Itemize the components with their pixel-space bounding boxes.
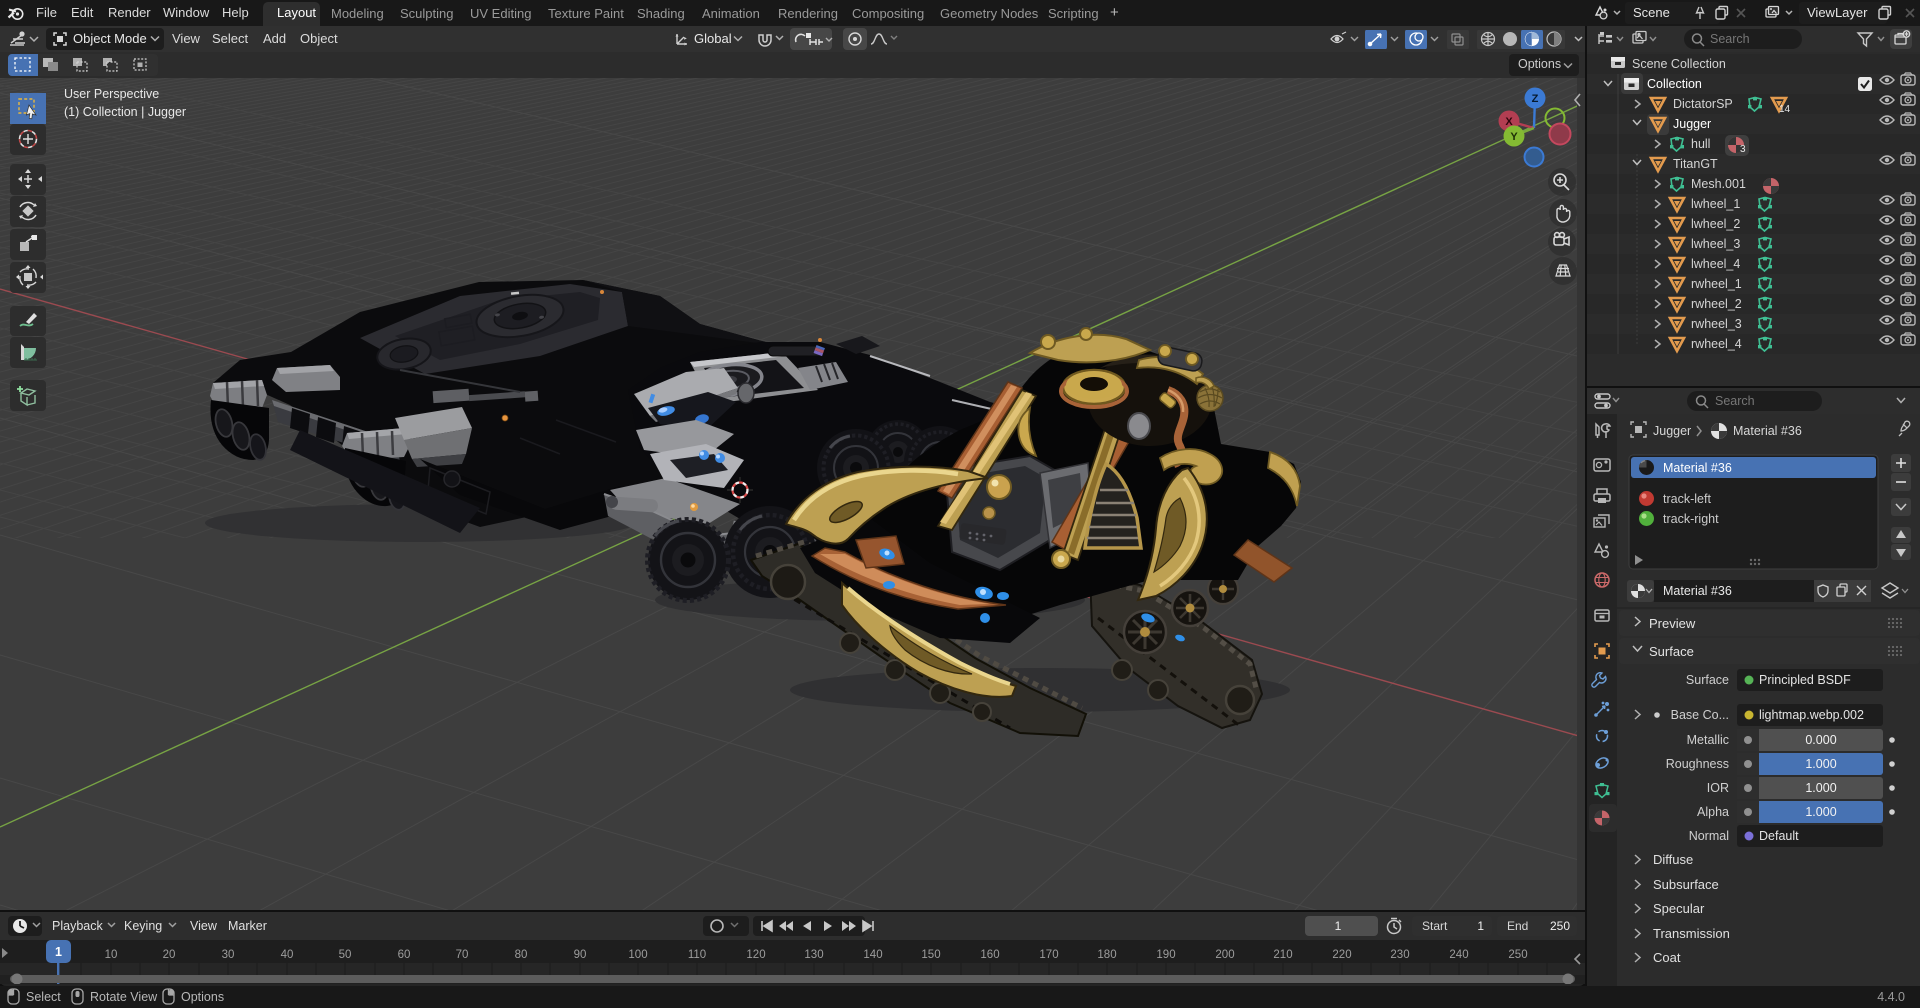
svg-text:180: 180 bbox=[1097, 949, 1116, 961]
svg-text:rwheel_3: rwheel_3 bbox=[1691, 317, 1742, 331]
svg-text:rwheel_4: rwheel_4 bbox=[1691, 337, 1742, 351]
svg-text:Base Co...: Base Co... bbox=[1671, 708, 1729, 722]
svg-text:Subsurface: Subsurface bbox=[1653, 877, 1719, 892]
svg-text:User Perspective: User Perspective bbox=[64, 87, 159, 101]
svg-text:130: 130 bbox=[804, 949, 823, 961]
svg-text:Metallic: Metallic bbox=[1687, 733, 1729, 747]
svg-text:160: 160 bbox=[980, 949, 999, 961]
svg-text:Keying: Keying bbox=[124, 919, 162, 933]
svg-text:80: 80 bbox=[515, 949, 528, 961]
svg-text:250: 250 bbox=[1508, 949, 1527, 961]
svg-text:Material #36: Material #36 bbox=[1663, 461, 1732, 475]
svg-text:220: 220 bbox=[1332, 949, 1351, 961]
svg-text:170: 170 bbox=[1039, 949, 1058, 961]
svg-text:track-right: track-right bbox=[1663, 512, 1719, 526]
svg-text:Search: Search bbox=[1710, 32, 1750, 46]
svg-text:Transmission: Transmission bbox=[1653, 926, 1730, 941]
svg-text:Default: Default bbox=[1759, 829, 1799, 843]
svg-text:50: 50 bbox=[339, 949, 352, 961]
svg-text:210: 210 bbox=[1273, 949, 1292, 961]
svg-text:Jugger: Jugger bbox=[1653, 424, 1691, 438]
svg-text:Specular: Specular bbox=[1653, 901, 1705, 916]
svg-text:Start: Start bbox=[1422, 919, 1448, 933]
svg-text:Surface: Surface bbox=[1686, 673, 1729, 687]
svg-text:250: 250 bbox=[1550, 919, 1570, 933]
svg-text:Mesh.001: Mesh.001 bbox=[1691, 177, 1746, 191]
svg-text:120: 120 bbox=[746, 949, 765, 961]
svg-text:IOR: IOR bbox=[1707, 781, 1729, 795]
svg-text:20: 20 bbox=[163, 949, 176, 961]
svg-text:Preview: Preview bbox=[1649, 616, 1696, 631]
svg-text:Material #36: Material #36 bbox=[1663, 584, 1732, 598]
svg-text:110: 110 bbox=[688, 949, 706, 961]
svg-text:track-left: track-left bbox=[1663, 492, 1711, 506]
svg-text:lwheel_4: lwheel_4 bbox=[1691, 257, 1740, 271]
svg-text:DictatorSP: DictatorSP bbox=[1673, 97, 1733, 111]
svg-text:Search: Search bbox=[1715, 394, 1755, 408]
svg-text:TitanGT: TitanGT bbox=[1673, 157, 1718, 171]
svg-text:Rotate View: Rotate View bbox=[90, 990, 158, 1004]
svg-text:rwheel_2: rwheel_2 bbox=[1691, 297, 1742, 311]
svg-text:190: 190 bbox=[1156, 949, 1175, 961]
svg-text:90: 90 bbox=[574, 949, 587, 961]
svg-text:View: View bbox=[190, 919, 218, 933]
svg-text:Diffuse: Diffuse bbox=[1653, 852, 1693, 867]
svg-text:100: 100 bbox=[628, 949, 647, 961]
svg-text:hull: hull bbox=[1691, 137, 1710, 151]
svg-text:(1) Collection | Jugger: (1) Collection | Jugger bbox=[64, 105, 186, 119]
svg-text:Coat: Coat bbox=[1653, 950, 1681, 965]
svg-text:Options: Options bbox=[181, 990, 224, 1004]
svg-text:Surface: Surface bbox=[1649, 644, 1694, 659]
svg-text:14: 14 bbox=[1779, 104, 1791, 115]
svg-text:Jugger: Jugger bbox=[1673, 117, 1711, 131]
svg-text:Z: Z bbox=[1532, 93, 1539, 105]
svg-text:Select: Select bbox=[26, 990, 61, 1004]
svg-text:lwheel_3: lwheel_3 bbox=[1691, 237, 1740, 251]
svg-text:150: 150 bbox=[921, 949, 940, 961]
svg-text:Playback: Playback bbox=[52, 919, 103, 933]
svg-text:rwheel_1: rwheel_1 bbox=[1691, 277, 1742, 291]
svg-text:Alpha: Alpha bbox=[1697, 805, 1729, 819]
svg-text:200: 200 bbox=[1215, 949, 1234, 961]
svg-text:Collection: Collection bbox=[1647, 77, 1702, 91]
svg-text:1.000: 1.000 bbox=[1805, 805, 1836, 819]
svg-text:Marker: Marker bbox=[228, 919, 267, 933]
svg-text:1: 1 bbox=[55, 945, 62, 959]
svg-text:Y: Y bbox=[1510, 131, 1518, 143]
svg-text:lwheel_1: lwheel_1 bbox=[1691, 197, 1740, 211]
svg-text:lwheel_2: lwheel_2 bbox=[1691, 217, 1740, 231]
svg-text:Scene Collection: Scene Collection bbox=[1632, 57, 1726, 71]
svg-text:1.000: 1.000 bbox=[1805, 781, 1836, 795]
svg-text:0.000: 0.000 bbox=[1805, 733, 1836, 747]
svg-text:4.4.0: 4.4.0 bbox=[1877, 990, 1905, 1004]
svg-text:230: 230 bbox=[1390, 949, 1409, 961]
svg-text:1.000: 1.000 bbox=[1805, 757, 1836, 771]
svg-text:Normal: Normal bbox=[1689, 829, 1729, 843]
svg-text:60: 60 bbox=[398, 949, 411, 961]
svg-text:140: 140 bbox=[863, 949, 882, 961]
svg-text:240: 240 bbox=[1449, 949, 1468, 961]
svg-text:3: 3 bbox=[1740, 144, 1746, 155]
svg-text:lightmap.webp.002: lightmap.webp.002 bbox=[1759, 708, 1864, 722]
svg-text:1: 1 bbox=[1477, 919, 1484, 933]
svg-text:10: 10 bbox=[105, 949, 118, 961]
svg-text:30: 30 bbox=[222, 949, 235, 961]
svg-text:1: 1 bbox=[1335, 919, 1342, 933]
svg-text:Principled BSDF: Principled BSDF bbox=[1759, 673, 1851, 687]
svg-text:40: 40 bbox=[281, 949, 294, 961]
svg-text:Material #36: Material #36 bbox=[1733, 424, 1802, 438]
svg-text:End: End bbox=[1507, 919, 1528, 933]
svg-text:Roughness: Roughness bbox=[1666, 757, 1729, 771]
svg-text:70: 70 bbox=[456, 949, 469, 961]
